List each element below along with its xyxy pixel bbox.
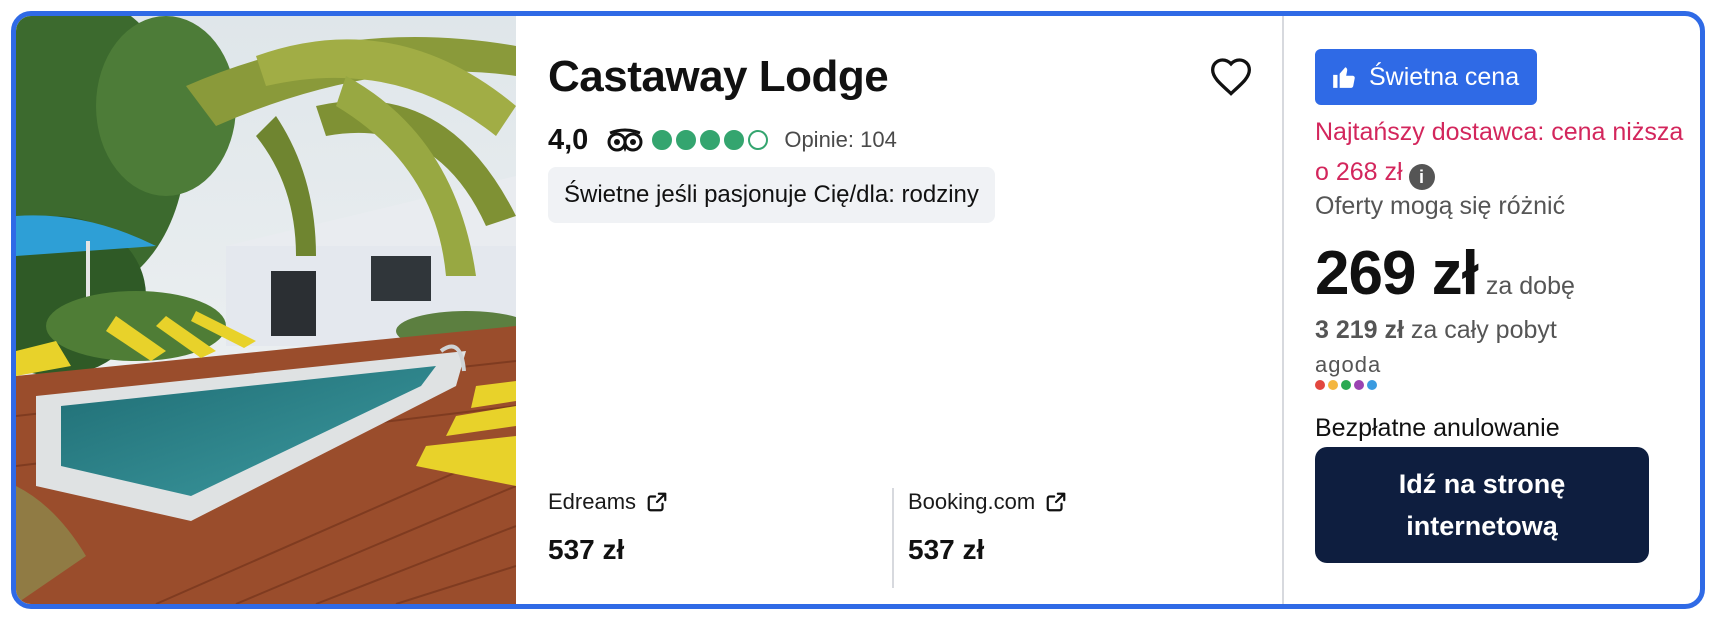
provider-name: Booking.com: [908, 489, 1036, 514]
provider-name: Edreams: [548, 489, 637, 514]
heart-icon[interactable]: [1209, 56, 1253, 100]
free-cancellation: Bezpłatne anulowanie: [1315, 414, 1560, 442]
reviews-count[interactable]: Opinie: 104: [784, 127, 897, 153]
info-icon[interactable]: i: [1408, 164, 1435, 190]
go-to-website-button[interactable]: Idź na stronę internetową: [1315, 447, 1649, 563]
rating-bubble: [676, 130, 697, 150]
hotel-photo[interactable]: [16, 16, 516, 604]
rating-value: 4,0: [548, 123, 589, 156]
external-link-icon: [647, 492, 667, 512]
hotel-card[interactable]: Castaway Lodge 4,0 Opinie: 104 Świetne j…: [11, 11, 1705, 609]
provider-price: 537 zł: [908, 534, 985, 565]
hotel-info: Castaway Lodge 4,0 Opinie: 104 Świetne j…: [516, 16, 1284, 604]
agoda-dot: [1354, 380, 1364, 390]
tripadvisor-owl-icon: [606, 127, 644, 153]
rating-bubble: [748, 130, 769, 150]
rating-bubble: [724, 130, 745, 150]
total-stay-price: 3 219 zł za cały pobyt: [1315, 316, 1557, 345]
agoda-dot: [1315, 380, 1325, 390]
price-unit: za dobę: [1485, 272, 1575, 300]
rating-bubble: [700, 130, 721, 150]
agoda-logo-dots: [1315, 380, 1381, 390]
nightly-price-row: 269 zł za dobę: [1315, 238, 1575, 309]
rating-bubbles: [652, 130, 772, 150]
agoda-logo: agoda: [1315, 352, 1381, 390]
cheapest-note-text: Najtańszy dostawca: cena niższa o 268 zł: [1315, 118, 1684, 186]
thumbs-up-icon: [1333, 67, 1355, 88]
agoda-dot: [1341, 380, 1351, 390]
provider-offer[interactable]: Booking.com 537 zł: [892, 488, 1222, 588]
total-suffix: za cały pobyt: [1410, 316, 1557, 344]
traveler-type-tag: Świetne jeśli pasjonuje Cię/dla: rodziny: [548, 167, 995, 223]
provider-name-row[interactable]: Booking.com: [908, 488, 1222, 516]
deal-panel: Świetna cena Najtańszy dostawca: cena ni…: [1284, 16, 1700, 604]
hotel-name[interactable]: Castaway Lodge: [548, 52, 889, 102]
agoda-dot: [1367, 380, 1377, 390]
rating-bubble: [652, 130, 673, 150]
provider-name-row[interactable]: Edreams: [548, 488, 878, 516]
great-price-badge[interactable]: Świetna cena: [1315, 49, 1538, 105]
badge-label: Świetna cena: [1369, 62, 1520, 91]
external-link-icon: [1046, 492, 1066, 512]
provider-offer[interactable]: Edreams 537 zł: [548, 488, 878, 588]
agoda-dot: [1328, 380, 1338, 390]
nightly-price: 269 zł: [1315, 239, 1479, 308]
cheapest-provider-note: Najtańszy dostawca: cena niższa o 268 zł…: [1315, 112, 1695, 192]
agoda-logo-text: agoda: [1315, 352, 1382, 377]
rating-row: 4,0 Opinie: 104: [548, 120, 897, 160]
total-amount: 3 219 zł: [1315, 316, 1404, 344]
provider-price: 537 zł: [548, 534, 625, 565]
offers-vary-note: Oferty mogą się różnić: [1315, 192, 1566, 220]
